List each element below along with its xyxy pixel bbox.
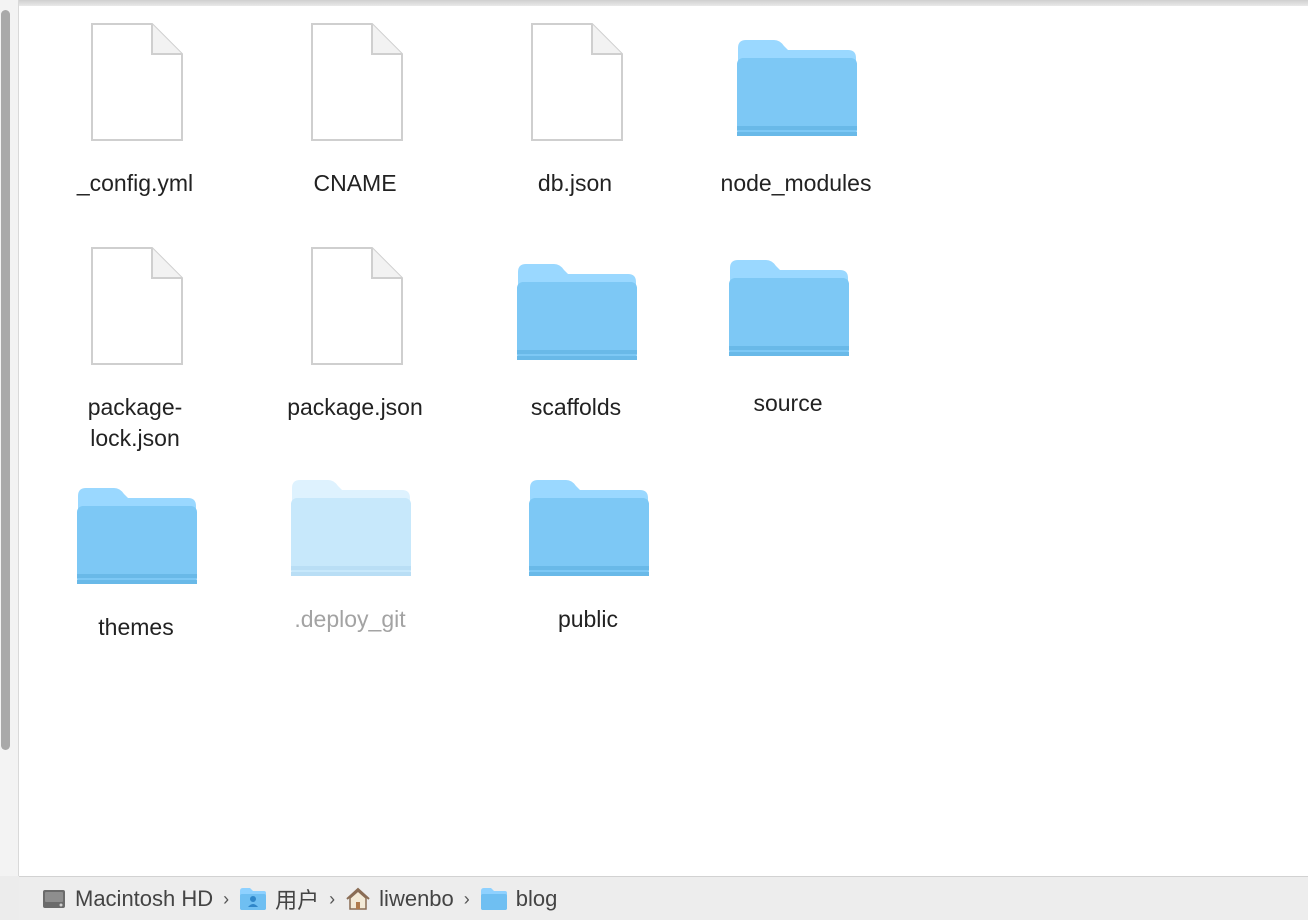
file-label: node_modules: [720, 170, 872, 196]
hard-drive-icon: [43, 889, 65, 908]
path-crumb-label: 用户: [275, 887, 320, 913]
file-label: themes: [98, 614, 174, 640]
folder-icon: [737, 40, 857, 136]
file-label: package.json: [287, 394, 423, 420]
file-label: scaffolds: [530, 394, 622, 420]
sidebar-edge: [0, 0, 19, 876]
home-icon: [346, 887, 370, 910]
file-label: _config.yml: [76, 170, 194, 196]
path-crumb-macintosh-hd[interactable]: Macintosh HD: [41, 886, 213, 912]
file-label: CNAME: [313, 170, 397, 196]
document-icon: [311, 23, 403, 141]
folder-icon: [77, 488, 197, 584]
file-label: public: [557, 606, 619, 632]
path-bar: Macintosh HD › 用户 › liwenbo › blog: [19, 876, 1308, 920]
folder-icon: [517, 264, 637, 360]
file-label: source: [753, 390, 823, 416]
folder-icon: [729, 260, 849, 356]
chevron-right-icon: ›: [329, 888, 336, 909]
path-crumb-label: blog: [515, 885, 558, 911]
file-label: package- lock.json: [87, 394, 183, 451]
document-icon: [91, 247, 183, 365]
file-label: .deploy_git: [294, 606, 406, 632]
folder-icon: [291, 480, 411, 576]
path-crumb-liwenbo[interactable]: liwenbo: [345, 886, 454, 912]
path-crumb-label: Macintosh HD: [75, 885, 214, 911]
chevron-right-icon: ›: [223, 888, 230, 909]
document-icon: [91, 23, 183, 141]
scrollbar-thumb[interactable]: [1, 10, 10, 750]
document-icon: [531, 23, 623, 141]
file-label: db.json: [537, 170, 613, 196]
path-crumb-label: liwenbo: [379, 885, 454, 911]
path-crumb-users[interactable]: 用户: [239, 883, 319, 915]
document-icon: [311, 247, 403, 365]
chevron-right-icon: ›: [463, 888, 470, 909]
users-folder-icon: [240, 887, 267, 910]
path-crumb-blog[interactable]: blog: [480, 885, 558, 912]
folder-icon: [529, 480, 649, 576]
file-grid: _config.yml CNAME db.json node_modules p…: [19, 6, 1308, 876]
folder-icon: [480, 887, 507, 910]
